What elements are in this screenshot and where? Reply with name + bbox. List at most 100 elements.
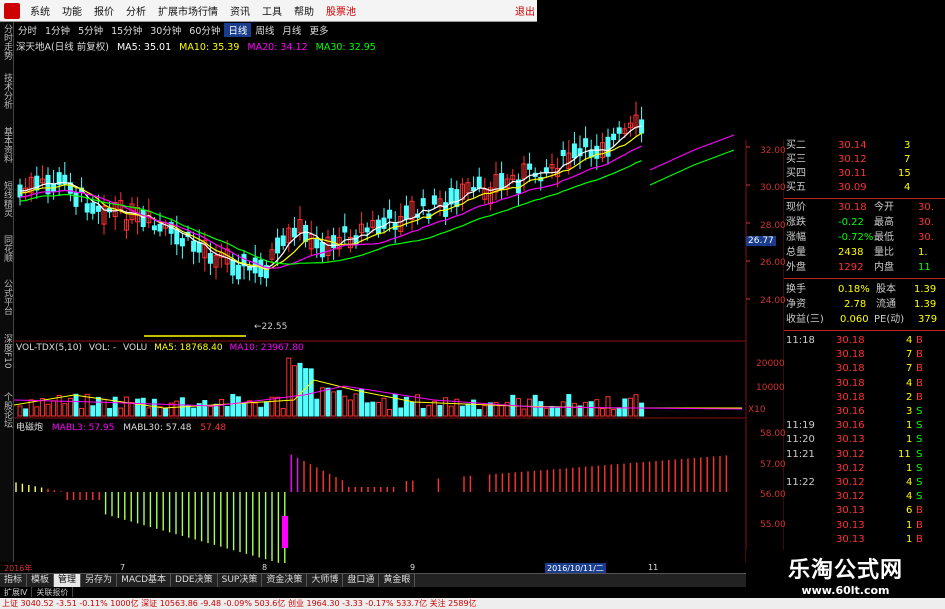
- tab-indicator[interactable]: 指标: [0, 574, 28, 587]
- candle-body: [319, 241, 325, 258]
- tick-volume: 4: [906, 491, 913, 503]
- tab-sup[interactable]: SUP决策: [218, 574, 263, 587]
- tick-side: B: [916, 391, 923, 403]
- volume-bar: [420, 407, 426, 417]
- left-tab-fundamentals[interactable]: 基本资料: [0, 120, 14, 170]
- tick-volume: 4: [906, 477, 913, 488]
- volume-bar: [258, 406, 264, 417]
- period-30min[interactable]: 30分钟: [146, 23, 185, 37]
- exit-button[interactable]: 退出: [515, 3, 535, 18]
- tab-dde[interactable]: DDE决策: [171, 574, 218, 587]
- tab-master[interactable]: 大师博: [307, 574, 344, 587]
- volume-bar: [174, 400, 180, 417]
- candle-body: [291, 227, 297, 238]
- tick-price: 30.18: [836, 363, 865, 375]
- menu-stock-pool[interactable]: 股票池: [320, 3, 362, 18]
- period-more[interactable]: 更多: [305, 23, 332, 37]
- tick-price: 30.18: [836, 391, 865, 403]
- left-tab-f10[interactable]: 深度F10: [0, 326, 14, 376]
- stat-value: 30.: [918, 232, 934, 243]
- tick-row: 30.13 6 B: [784, 505, 945, 517]
- volume-bar: [291, 365, 297, 417]
- volume-bar: [135, 398, 141, 417]
- candle-body: [364, 227, 370, 233]
- menu-help[interactable]: 帮助: [288, 3, 320, 18]
- candle-body: [611, 133, 617, 141]
- volume-bar: [79, 407, 85, 417]
- tab-golden-eye[interactable]: 黄金眼: [379, 574, 416, 587]
- volume-bar: [482, 405, 488, 417]
- volume-bar: [230, 393, 236, 417]
- period-1min[interactable]: 1分钟: [41, 23, 74, 37]
- stat-label: 最低: [874, 232, 894, 243]
- left-tab-technical[interactable]: 技术分析: [0, 66, 14, 116]
- volume-bar: [123, 396, 129, 417]
- menu-analysis[interactable]: 分析: [120, 3, 152, 18]
- ind-tick: 58.00: [760, 429, 786, 439]
- left-tab-ths[interactable]: 同花顺: [0, 228, 14, 268]
- left-tab-forum[interactable]: 个股论坛: [0, 380, 14, 440]
- date-label: 9: [410, 563, 416, 572]
- stat-row: 外盘 1292 内盘 11: [784, 262, 945, 274]
- tick-volume: 1: [906, 434, 913, 446]
- tab-extension[interactable]: 扩展Ⅳ: [0, 587, 33, 597]
- left-vertical-tabs: 分时走势 技术分析 基本资料 短线精灵 同花顺 公式平台 深度F10 个股论坛: [0, 22, 14, 562]
- volu-label: VOLU: [123, 343, 148, 353]
- volume-bar: [527, 398, 533, 417]
- volume-bar: [325, 387, 331, 417]
- volume-bar: [56, 394, 62, 417]
- stat-row: 换手 0.18% 股本 1.39: [784, 284, 945, 296]
- app-logo-icon: [4, 2, 20, 19]
- tick-side: B: [916, 335, 923, 346]
- tab-capital[interactable]: 资金决策: [262, 574, 308, 587]
- left-tab-formula[interactable]: 公式平台: [0, 272, 14, 322]
- period-5min[interactable]: 5分钟: [74, 23, 107, 37]
- bid-label: 买三: [786, 154, 806, 165]
- kline-chart-area[interactable]: [14, 50, 784, 563]
- stat-label: 涨幅: [786, 232, 806, 243]
- candle-body: [84, 203, 90, 213]
- volume-bar: [599, 408, 605, 417]
- stat-label: 今开: [874, 202, 894, 213]
- volume-bar: [437, 405, 443, 417]
- mabl3-value: MABL3: 57.95: [51, 423, 115, 433]
- tab-macd[interactable]: MACD基本: [117, 574, 172, 587]
- volume-bar: [448, 405, 454, 417]
- tick-row: 11:18 30.18 4 B: [784, 335, 945, 347]
- menu-info[interactable]: 资讯: [224, 3, 256, 18]
- tick-price: 30.16: [836, 406, 865, 417]
- menu-tools[interactable]: 工具: [256, 3, 288, 18]
- period-15min[interactable]: 15分钟: [107, 23, 146, 37]
- tab-related-quote[interactable]: 关联报价: [32, 587, 74, 597]
- period-intraday[interactable]: 分时: [14, 23, 41, 37]
- ma30-line-ext: [649, 149, 735, 186]
- period-weekly[interactable]: 周线: [251, 23, 278, 37]
- tick-row: 11:22 30.12 4 S: [784, 477, 945, 489]
- tab-template[interactable]: 模板: [27, 574, 55, 587]
- volume-bar: [364, 402, 370, 417]
- volume-legend: VOL-TDX(5,10) VOL: - VOLU MA5: 18768.40 …: [16, 343, 308, 353]
- period-60min[interactable]: 60分钟: [185, 23, 224, 37]
- sub-tab-bar: 扩展Ⅳ 关联报价: [0, 587, 784, 597]
- menu-function[interactable]: 功能: [56, 3, 88, 18]
- stat-row: 收益(三) 0.060 PE(动) 379: [784, 314, 945, 326]
- volume-bar: [51, 400, 57, 417]
- period-daily[interactable]: 日线: [224, 23, 252, 37]
- price-tick: 30.00: [760, 183, 786, 193]
- tab-save-as[interactable]: 另存为: [81, 574, 118, 587]
- tab-pankou[interactable]: 盘口通: [343, 574, 380, 587]
- tab-manage[interactable]: 管理: [54, 574, 82, 587]
- menu-extended-market[interactable]: 扩展市场行情: [152, 3, 224, 18]
- bid-label: 买二: [786, 140, 806, 151]
- left-tab-intraday[interactable]: 分时走势: [0, 22, 14, 62]
- menu-system[interactable]: 系统: [24, 3, 56, 18]
- stat-label: 总量: [786, 247, 806, 258]
- left-tab-short-line[interactable]: 短线精灵: [0, 174, 14, 224]
- candle-body: [342, 226, 348, 233]
- menu-quote[interactable]: 报价: [88, 3, 120, 18]
- ma20-line-ext: [649, 134, 735, 171]
- tick-side: S: [916, 406, 923, 417]
- tick-volume: 1: [906, 462, 913, 474]
- period-monthly[interactable]: 月线: [278, 23, 305, 37]
- tick-volume: 6: [906, 505, 913, 517]
